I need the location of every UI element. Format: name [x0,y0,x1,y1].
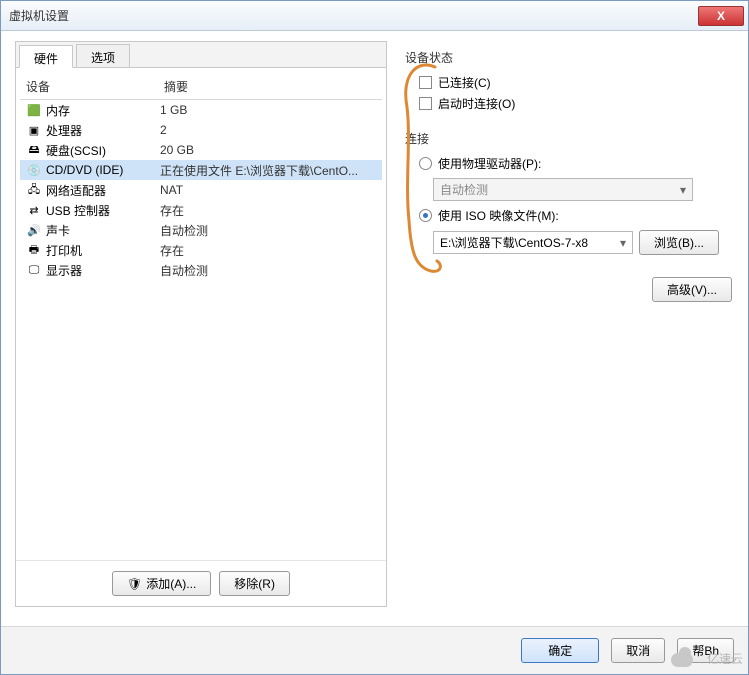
advanced-row: 高级(V)... [399,271,734,308]
watermark: 亿速云 [667,647,743,669]
physical-drive-combo: ▾ [433,178,693,201]
device-row[interactable]: ⇄USB 控制器存在 [20,200,382,220]
window-title: 虚拟机设置 [9,7,698,24]
printer-icon: 🖶 [26,242,42,258]
left-footer: 🛡 添加(A)... 移除(R) [16,560,386,606]
connect-at-poweron-row[interactable]: 启动时连接(O) [405,93,728,114]
hardware-pane: 硬件 选项 设备 摘要 🟩内存1 GB▣处理器2🖴硬盘(SCSI)20 GB💿C… [15,41,387,607]
cpu-icon: ▣ [26,122,42,138]
device-summary: 1 GB [160,103,382,117]
device-summary: 自动检测 [160,262,382,279]
physical-drive-radio-row[interactable]: 使用物理驱动器(P): [405,153,728,174]
iso-file-label: 使用 ISO 映像文件(M): [438,207,559,224]
device-name: 硬盘(SCSI) [46,142,160,159]
device-row[interactable]: 🖶打印机存在 [20,240,382,260]
dialog-body: 硬件 选项 设备 摘要 🟩内存1 GB▣处理器2🖴硬盘(SCSI)20 GB💿C… [1,31,748,617]
ok-button[interactable]: 确定 [521,638,599,663]
column-device: 设备 [20,78,160,95]
device-summary: 自动检测 [160,222,382,239]
device-summary: 存在 [160,242,382,259]
device-status-title: 设备状态 [405,49,728,66]
remove-button-label: 移除(R) [234,575,275,592]
cloud-icon [667,647,701,669]
shield-icon: 🛡 [127,577,142,591]
device-row[interactable]: 🖧网络适配器NAT [20,180,382,200]
radio-icon [419,157,432,170]
device-summary: 2 [160,123,382,137]
chevron-down-icon[interactable]: ▾ [614,236,632,250]
connection-title: 连接 [405,130,728,147]
device-name: 打印机 [46,242,160,259]
close-button[interactable]: X [698,6,744,26]
device-row[interactable]: 🟩内存1 GB [20,100,382,120]
cd-icon: 💿 [26,162,42,178]
titlebar: 虚拟机设置 X [1,1,748,31]
sound-icon: 🔊 [26,222,42,238]
remove-button[interactable]: 移除(R) [219,571,290,596]
physical-drive-input [434,179,674,200]
device-status-group: 设备状态 已连接(C) 启动时连接(O) [399,45,734,118]
radio-icon [419,209,432,222]
advanced-button[interactable]: 高级(V)... [652,277,732,302]
device-name: 内存 [46,102,160,119]
device-summary: 存在 [160,202,382,219]
device-summary: 20 GB [160,143,382,157]
memory-icon: 🟩 [26,102,42,118]
iso-path-combo[interactable]: ▾ [433,231,633,254]
ok-button-label: 确定 [548,642,572,659]
device-row[interactable]: 💿 CD/DVD (IDE)正在使用文件 E:\浏览器下载\CentO... [20,160,382,180]
physical-drive-label: 使用物理驱动器(P): [438,155,541,172]
device-summary: NAT [160,183,382,197]
column-summary: 摘要 [160,78,382,95]
device-row[interactable]: 🖴硬盘(SCSI)20 GB [20,140,382,160]
iso-file-radio-row[interactable]: 使用 ISO 映像文件(M): [405,205,728,226]
device-row[interactable]: 🔊声卡自动检测 [20,220,382,240]
chevron-down-icon: ▾ [674,183,692,197]
tab-hardware[interactable]: 硬件 [19,45,73,68]
browse-button[interactable]: 浏览(B)... [639,230,719,255]
cancel-button-label: 取消 [626,642,650,659]
radio-dot-icon [423,213,428,218]
add-button-label: 添加(A)... [146,575,196,592]
dialog-footer: 确定 取消 帮Bh [1,626,748,674]
checkbox-icon [419,76,432,89]
connected-label: 已连接(C) [438,74,491,91]
device-rows: 🟩内存1 GB▣处理器2🖴硬盘(SCSI)20 GB💿CD/DVD (IDE)正… [20,100,382,554]
device-name: 处理器 [46,122,160,139]
iso-path-input[interactable] [434,232,614,253]
device-name: CD/DVD (IDE) [46,163,160,177]
device-table-header: 设备 摘要 [20,74,382,100]
device-summary: 正在使用文件 E:\浏览器下载\CentO... [160,162,382,179]
connected-checkbox-row[interactable]: 已连接(C) [405,72,728,93]
nic-icon: 🖧 [26,182,42,198]
tab-strip: 硬件 选项 [16,42,386,68]
hdd-icon: 🖴 [26,142,42,158]
device-name: 网络适配器 [46,182,160,199]
vm-settings-window: 虚拟机设置 X 硬件 选项 设备 摘要 🟩内存1 GB▣处理器2🖴硬盘(SCSI… [0,0,749,675]
add-button[interactable]: 🛡 添加(A)... [112,571,211,596]
tab-options[interactable]: 选项 [76,44,130,67]
right-pane: 设备状态 已连接(C) 启动时连接(O) 连接 使用物理驱动器(P): [399,41,734,607]
advanced-button-label: 高级(V)... [667,281,717,298]
cancel-button[interactable]: 取消 [611,638,665,663]
device-name: USB 控制器 [46,202,160,219]
device-name: 声卡 [46,222,160,239]
watermark-text: 亿速云 [707,650,743,667]
connection-group: 连接 使用物理驱动器(P): ▾ 使用 ISO 映像文件(M): [399,126,734,263]
usb-icon: ⇄ [26,202,42,218]
display-icon: 🖵 [26,262,42,278]
device-table: 设备 摘要 🟩内存1 GB▣处理器2🖴硬盘(SCSI)20 GB💿CD/DVD … [16,68,386,560]
device-name: 显示器 [46,262,160,279]
device-row[interactable]: ▣处理器2 [20,120,382,140]
checkbox-icon [419,97,432,110]
browse-button-label: 浏览(B)... [654,234,704,251]
connect-at-poweron-label: 启动时连接(O) [438,95,515,112]
device-row[interactable]: 🖵显示器自动检测 [20,260,382,280]
